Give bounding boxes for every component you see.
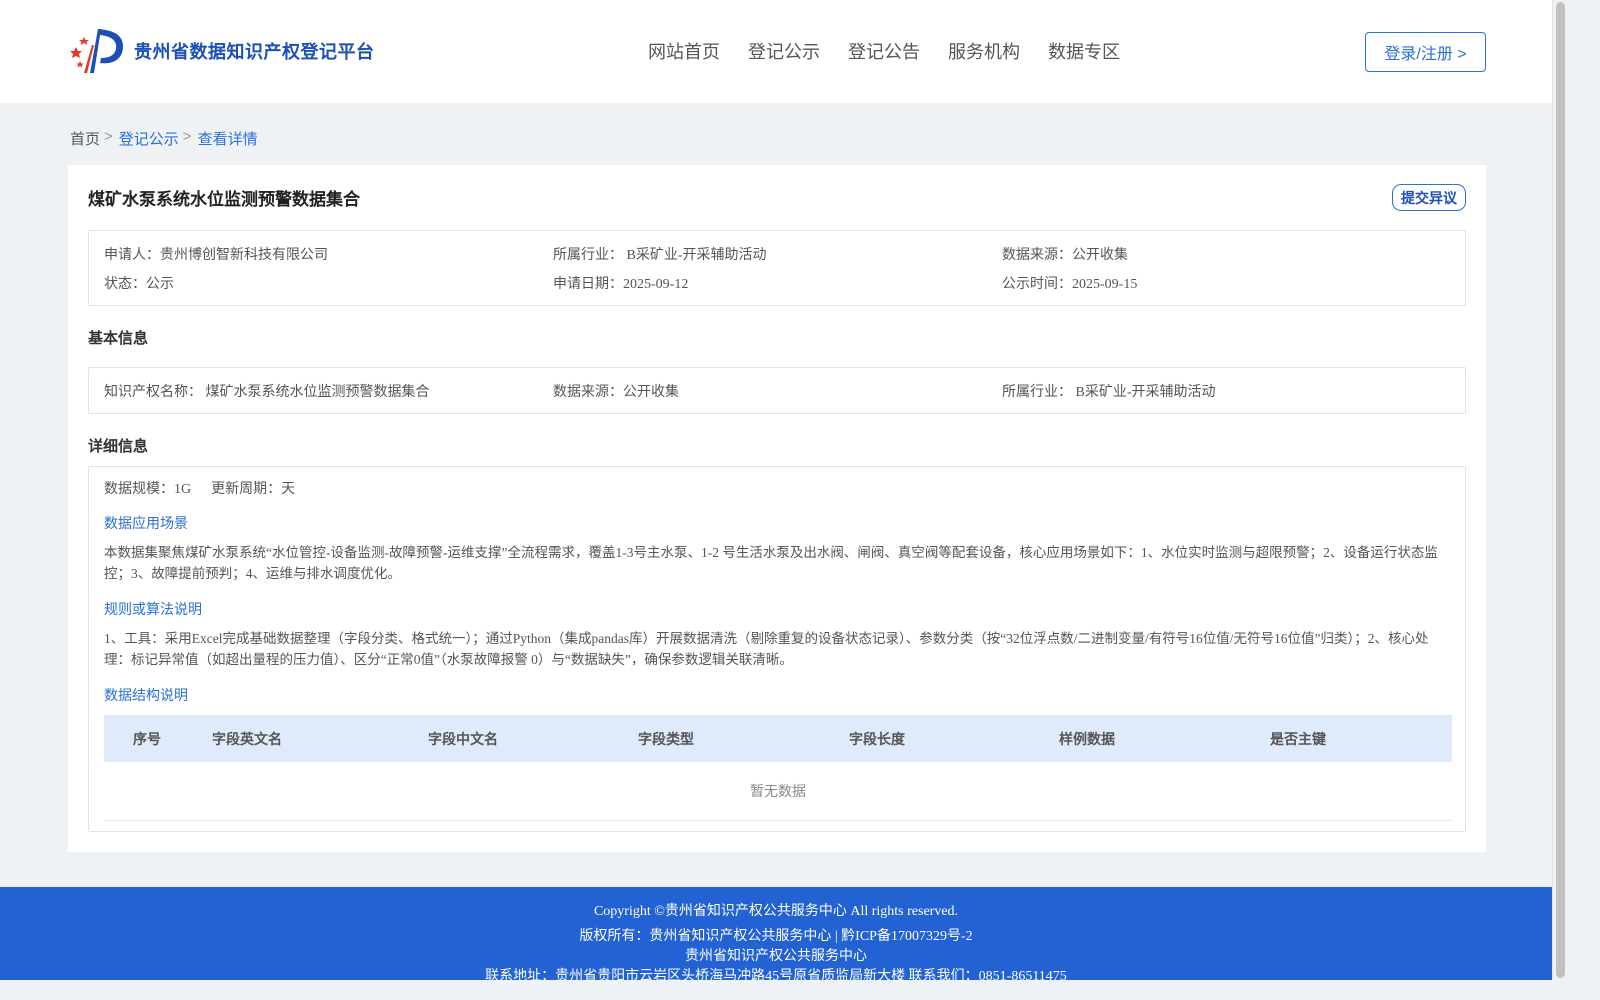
basic-row: 知识产权名称： 煤矿水泵系统水位监测预警数据集合 数据来源：公开收集 所属行业：… <box>104 381 1451 401</box>
breadcrumb-current: 查看详情 <box>197 131 258 148</box>
scale-row: 数据规模：1G 更新周期：天 <box>104 478 295 498</box>
empty-table-message: 暂无数据 <box>104 762 1452 821</box>
ip-name-field: 知识产权名称： 煤矿水泵系统水位监测预警数据集合 <box>104 385 430 400</box>
nav-data-zone[interactable]: 数据专区 <box>1048 38 1120 64</box>
main-nav: 网站首页 登记公示 登记公告 服务机构 数据专区 <box>648 38 1148 64</box>
site-title: 贵州省数据知识产权登记平台 <box>134 42 375 62</box>
applicant-field: 申请人：贵州博创智新科技有限公司 <box>104 248 328 263</box>
breadcrumb: 首页 > 登记公示 > 查看详情 <box>70 128 258 149</box>
structure-heading: 数据结构说明 <box>104 687 188 703</box>
footer-org: 贵州省知识产权公共服务中心 <box>685 949 867 964</box>
footer-copyright: Copyright ©贵州省知识产权公共服务中心 All rights rese… <box>593 904 959 919</box>
rules-text: 1、工具：采用Excel完成基础数据整理（字段分类、格式统一）；通过Python… <box>104 631 1429 667</box>
basic-info-heading: 基本信息 <box>88 331 149 347</box>
site-logo[interactable]: 贵州省数据知识产权登记平台 <box>70 25 375 77</box>
apply-date-field: 申请日期：2025-09-12 <box>553 277 689 292</box>
scrollbar-thumb[interactable] <box>1556 2 1565 978</box>
structure-table-header: 序号 字段英文名 字段中文名 字段类型 字段长度 样例数据 是否主键 <box>104 715 1452 762</box>
nav-service-agencies[interactable]: 服务机构 <box>948 38 1020 64</box>
login-register-button[interactable]: 登录/注册 > <box>1365 32 1486 72</box>
footer-owner: 版权所有：贵州省知识产权公共服务中心 | 黔ICP备17007329号-2 <box>579 929 973 944</box>
ip-logo-icon <box>70 29 123 73</box>
column-header: 字段类型 <box>638 732 694 748</box>
detail-info-heading: 详细信息 <box>88 439 149 455</box>
summary-row: 状态：公示 申请日期：2025-09-12 公示时间：2025-09-15 <box>104 273 1451 293</box>
basic-industry-field: 所属行业： B采矿业-开采辅助活动 <box>1002 385 1216 400</box>
breadcrumb-separator: > <box>104 128 113 145</box>
rules-heading: 规则或算法说明 <box>104 601 202 617</box>
basic-source-field: 数据来源：公开收集 <box>553 385 679 400</box>
page-title: 煤矿水泵系统水位监测预警数据集合 <box>88 190 360 209</box>
breadcrumb-publicity[interactable]: 登记公示 <box>119 128 179 149</box>
publish-date-field: 公示时间：2025-09-15 <box>1002 277 1138 292</box>
nav-registration-publicity[interactable]: 登记公示 <box>748 38 820 64</box>
update-cycle: 更新周期：天 <box>211 482 296 497</box>
scenario-heading: 数据应用场景 <box>104 515 188 531</box>
column-header: 字段英文名 <box>212 732 282 748</box>
breadcrumb-home[interactable]: 首页 <box>70 128 100 149</box>
scenario-text: 本数据集聚焦煤矿水泵系统“水位管控-设备监测-故障预警-运维支撑”全流程需求，覆… <box>104 545 1438 581</box>
breadcrumb-separator: > <box>182 128 192 145</box>
summary-row: 申请人：贵州博创智新科技有限公司 所属行业： B采矿业-开采辅助活动 数据来源：… <box>104 244 1451 264</box>
industry-field: 所属行业： B采矿业-开采辅助活动 <box>553 248 767 263</box>
top-header: 贵州省数据知识产权登记平台 网站首页 登记公示 登记公告 服务机构 数据专区 登… <box>0 0 1552 103</box>
status-field: 状态：公示 <box>104 277 174 292</box>
summary-box: 申请人：贵州博创智新科技有限公司 所属行业： B采矿业-开采辅助活动 数据来源：… <box>88 230 1466 306</box>
basic-info-box: 知识产权名称： 煤矿水泵系统水位监测预警数据集合 数据来源：公开收集 所属行业：… <box>88 367 1466 414</box>
nav-home[interactable]: 网站首页 <box>648 38 720 64</box>
data-scale: 数据规模：1G <box>104 482 192 497</box>
site-footer: Copyright ©贵州省知识产权公共服务中心 All rights rese… <box>0 887 1552 984</box>
column-header: 样例数据 <box>1059 732 1115 748</box>
detail-info-box: 数据规模：1G 更新周期：天 数据应用场景 本数据集聚焦煤矿水泵系统“水位管控-… <box>88 466 1466 832</box>
nav-registration-notice[interactable]: 登记公告 <box>848 38 920 64</box>
column-header: 序号 <box>133 732 161 748</box>
column-header: 字段中文名 <box>428 732 498 748</box>
source-field: 数据来源：公开收集 <box>1002 248 1128 263</box>
detail-card: 煤矿水泵系统水位监测预警数据集合 提交异议 申请人：贵州博创智新科技有限公司 所… <box>68 165 1486 852</box>
column-header: 字段长度 <box>849 732 905 748</box>
footer-contact: 联系地址：贵州省贵阳市云岩区头桥海马冲路45号原省质监局新大楼 联系我们：085… <box>485 969 1067 984</box>
column-header: 是否主键 <box>1270 732 1326 748</box>
submit-objection-button[interactable]: 提交异议 <box>1392 184 1466 211</box>
page-scrollbar[interactable] <box>1552 0 1568 980</box>
